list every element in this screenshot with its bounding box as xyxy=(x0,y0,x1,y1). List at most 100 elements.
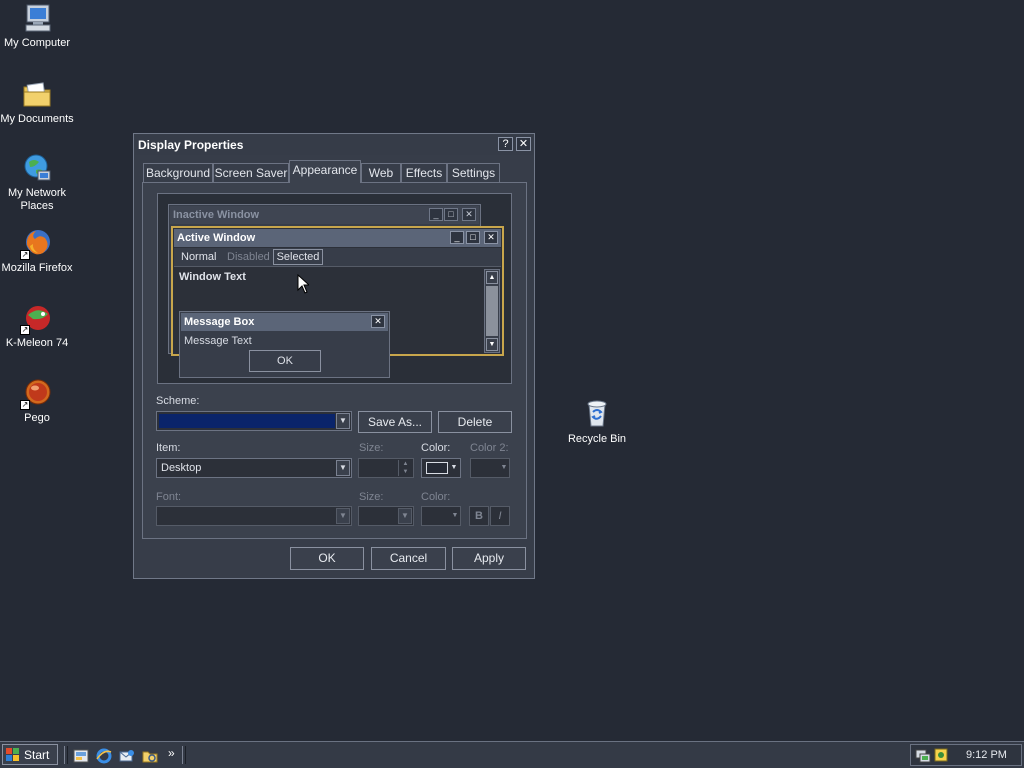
desktop-icon-label: Pego xyxy=(24,412,50,424)
scheme-select[interactable]: ▼ xyxy=(156,411,352,431)
item-label: Item: xyxy=(156,442,181,454)
message-box-titlebar: Message Box ✕ xyxy=(181,313,388,331)
apply-button[interactable]: Apply xyxy=(452,547,526,570)
show-desktop-icon[interactable] xyxy=(73,748,89,764)
item-size-label: Size: xyxy=(359,442,384,454)
delete-button[interactable]: Delete xyxy=(438,411,512,433)
chevron-down-icon[interactable]: ▼ xyxy=(336,460,350,476)
start-label: Start xyxy=(24,748,50,762)
maximize-icon: □ xyxy=(466,231,480,244)
item-select-value: Desktop xyxy=(161,462,202,474)
font-select[interactable]: ▼ xyxy=(156,506,352,526)
pego-icon: ↗ xyxy=(20,377,53,410)
computer-icon xyxy=(21,2,53,34)
close-button[interactable]: ✕ xyxy=(516,137,531,151)
desktop-icon-my-documents[interactable]: My Documents xyxy=(0,78,74,126)
chevron-down-icon[interactable]: ▼ xyxy=(398,508,412,524)
internet-explorer-icon[interactable] xyxy=(96,748,112,764)
kmeleon-icon: ↗ xyxy=(20,302,53,335)
divider xyxy=(174,266,501,267)
item-color2-picker[interactable]: ▼ xyxy=(470,458,510,478)
network-tray-icon[interactable] xyxy=(915,747,931,763)
chevron-down-icon: ▼ xyxy=(500,464,508,471)
save-as-button[interactable]: Save As... xyxy=(358,411,432,433)
windows-logo-icon xyxy=(6,748,19,761)
shortcut-arrow-icon: ↗ xyxy=(20,400,30,410)
close-icon: ✕ xyxy=(371,315,385,328)
desktop-icon-label: My Network Places xyxy=(7,187,67,212)
item-select[interactable]: Desktop ▼ xyxy=(156,458,352,478)
quick-launch-chevron[interactable]: » xyxy=(168,746,175,760)
tab-web[interactable]: Web xyxy=(361,163,401,182)
toolbar-grip[interactable] xyxy=(182,746,186,764)
tray-app-icon[interactable] xyxy=(933,747,949,763)
tab-background[interactable]: Background xyxy=(143,163,213,182)
desktop-icon-label: My Computer xyxy=(3,37,71,49)
italic-button[interactable]: I xyxy=(490,506,510,526)
menu-disabled: Disabled xyxy=(227,251,270,263)
network-icon xyxy=(21,152,53,184)
system-tray: 9:12 PM xyxy=(910,744,1022,766)
window-title: Display Properties xyxy=(138,138,244,152)
font-color-picker[interactable]: ▼ xyxy=(421,506,461,526)
inactive-titlebar: Inactive Window _ □ ✕ xyxy=(170,206,479,224)
font-label: Font: xyxy=(156,491,182,503)
item-color-label: Color: xyxy=(421,442,451,454)
chevron-down-icon[interactable]: ▼ xyxy=(336,508,350,524)
message-text: Message Text xyxy=(184,335,252,347)
desktop-icon-my-computer[interactable]: My Computer xyxy=(0,2,74,50)
scheme-label: Scheme: xyxy=(156,395,200,407)
desktop-icon-recycle-bin[interactable]: Recycle Bin xyxy=(560,398,634,446)
chevron-down-icon: ▼ xyxy=(450,464,458,471)
ok-button[interactable]: OK xyxy=(290,547,364,570)
item-size-spinner[interactable]: ▲ ▼ xyxy=(358,458,414,478)
shortcut-arrow-icon: ↗ xyxy=(20,250,30,260)
windows-explorer-icon[interactable] xyxy=(142,748,158,764)
outlook-express-icon[interactable] xyxy=(119,748,135,764)
taskbar: Start » 9:12 PM xyxy=(0,741,1024,768)
font-size-label: Size: xyxy=(359,491,384,503)
desktop-icon-label: K-Meleon 74 xyxy=(5,337,69,349)
tab-appearance[interactable]: Appearance xyxy=(289,160,361,183)
help-button[interactable]: ? xyxy=(498,137,513,151)
folder-icon xyxy=(21,78,53,110)
firefox-icon: ↗ xyxy=(20,227,53,260)
chevron-down-icon[interactable]: ▼ xyxy=(336,413,350,429)
desktop-icon-pego[interactable]: ↗ Pego xyxy=(0,377,74,425)
active-titlebar: Active Window _ □ ✕ xyxy=(174,229,501,247)
preview-menubar: Normal Disabled Selected xyxy=(174,248,501,266)
mouse-cursor-icon xyxy=(297,274,309,294)
desktop-icon-mozilla-firefox[interactable]: ↗ Mozilla Firefox xyxy=(0,227,74,275)
shortcut-arrow-icon: ↗ xyxy=(20,325,30,335)
bold-button[interactable]: B xyxy=(469,506,489,526)
recycle-bin-icon xyxy=(581,398,613,430)
toolbar-grip[interactable] xyxy=(64,746,68,764)
window-text-sample: Window Text xyxy=(179,271,246,283)
scroll-thumb xyxy=(486,286,498,336)
maximize-icon: □ xyxy=(444,208,458,221)
chevron-down-icon: ▼ xyxy=(451,512,459,519)
item-color-picker[interactable]: ▼ xyxy=(421,458,461,478)
desktop-icon-label: Recycle Bin xyxy=(567,433,627,445)
desktop-icon-k-meleon[interactable]: ↗ K-Meleon 74 xyxy=(0,302,74,350)
desktop-icon-label: My Documents xyxy=(0,113,74,125)
scroll-up-arrow-icon: ▲ xyxy=(486,271,498,284)
start-button[interactable]: Start xyxy=(2,744,58,765)
tab-screen-saver[interactable]: Screen Saver xyxy=(213,163,289,182)
item-color2-label: Color 2: xyxy=(470,442,509,454)
preview-message-box: Message Box ✕ Message Text OK xyxy=(179,311,390,378)
cancel-button[interactable]: Cancel xyxy=(371,547,446,570)
tab-settings[interactable]: Settings xyxy=(447,163,500,182)
preview-scrollbar: ▲ ▼ xyxy=(484,269,500,353)
menu-selected: Selected xyxy=(273,249,323,265)
tab-effects[interactable]: Effects xyxy=(401,163,447,182)
desktop-icon-my-network-places[interactable]: My Network Places xyxy=(0,152,74,213)
desktop-icon-label: Mozilla Firefox xyxy=(1,262,73,274)
window-titlebar[interactable]: Display Properties ? ✕ xyxy=(135,135,533,155)
scheme-selected-value xyxy=(159,414,335,428)
font-size-select[interactable]: ▼ xyxy=(358,506,414,526)
clock[interactable]: 9:12 PM xyxy=(966,749,1007,761)
close-icon: ✕ xyxy=(462,208,476,221)
close-icon: ✕ xyxy=(484,231,498,244)
color-swatch xyxy=(426,462,448,474)
